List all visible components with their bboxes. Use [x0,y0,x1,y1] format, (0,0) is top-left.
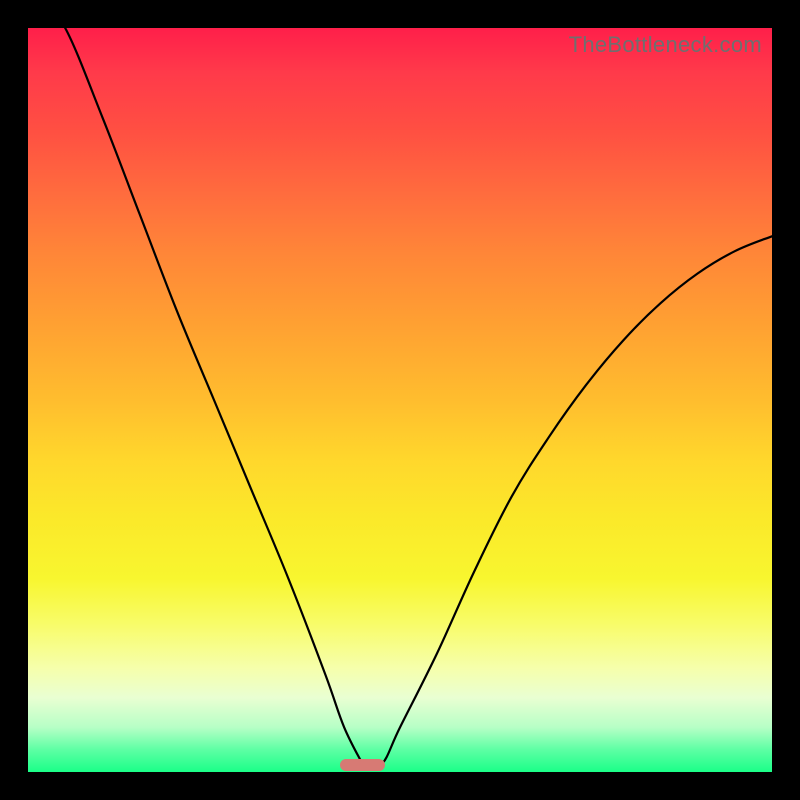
curve-path [43,8,794,768]
chart-frame: TheBottleneck.com [0,0,800,800]
bottleneck-curve [28,28,772,772]
plot-area: TheBottleneck.com [28,28,772,772]
optimum-marker [340,759,385,771]
watermark-text: TheBottleneck.com [569,32,762,58]
